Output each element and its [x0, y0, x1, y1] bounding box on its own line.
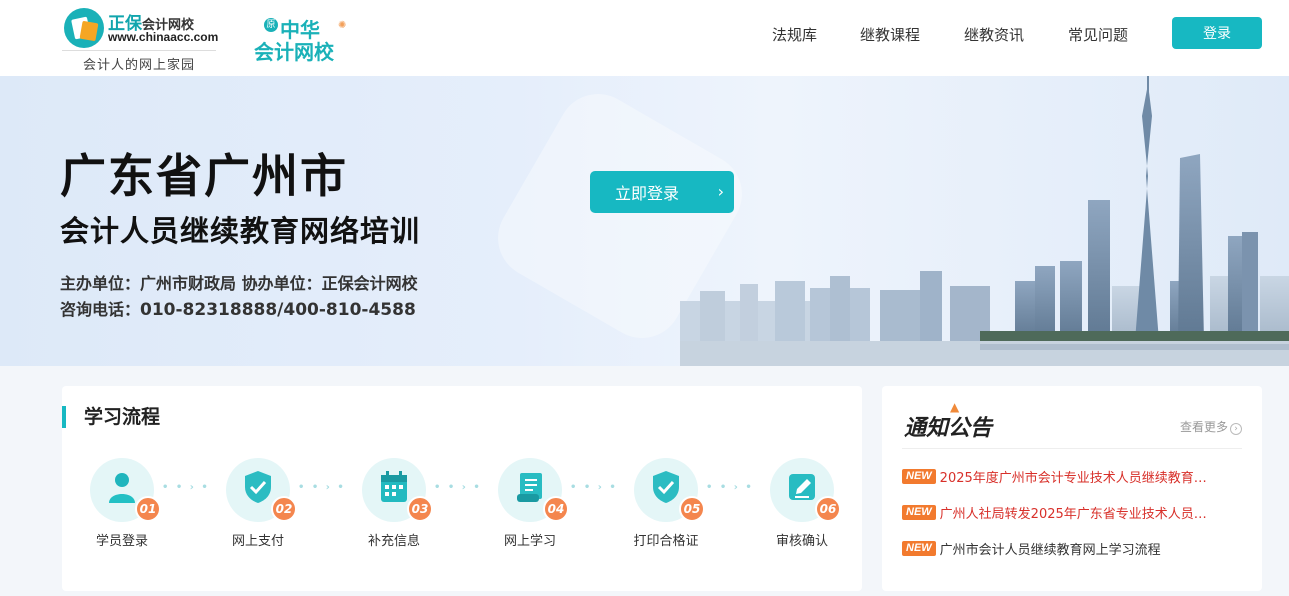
- notice-card: 通知公告 ▲ 查看更多 › NEW 2025年度广州市会计专业技术人员继续教育… NE…: [882, 386, 1262, 591]
- step-number: 03: [407, 496, 433, 522]
- banner-subtitle: 会计人员继续教育网络培训: [60, 214, 421, 248]
- nav-faq[interactable]: 常见问题: [1068, 24, 1128, 44]
- logo2-line2: 会计网校: [254, 40, 334, 64]
- shield-check-icon: [245, 471, 271, 503]
- site-header: 正保会计网校 www.chinaacc.com 会计人的网上家园 原 中华 会计…: [0, 0, 1289, 76]
- phone-number: 010-82318888/400-810-4588: [140, 300, 416, 320]
- zhonghua-logo[interactable]: 原 中华 会计网校 ✺: [254, 14, 350, 64]
- step-number: 02: [271, 496, 297, 522]
- edit-icon: [789, 474, 815, 500]
- step-label: 网上支付: [231, 534, 284, 549]
- logo-url: www.chinaacc.com: [108, 30, 219, 44]
- login-now-label: 立即登录: [614, 184, 679, 203]
- process-step-1[interactable]: 01 学员登录: [57, 456, 187, 556]
- nav-news[interactable]: 继教资讯: [964, 24, 1024, 44]
- logo-tagline: 会计人的网上家园: [62, 50, 216, 73]
- process-step-5[interactable]: 05 打印合格证: [601, 456, 731, 556]
- shield-check-icon: [653, 471, 679, 503]
- new-badge: NEW: [902, 541, 936, 556]
- notice-text: 广州人社局转发2025年广东省专业技术人员…: [939, 507, 1207, 522]
- process-step-3[interactable]: 03 补充信息: [329, 456, 459, 556]
- step-number: 06: [815, 496, 841, 522]
- phone-label: 咨询电话：: [60, 300, 141, 319]
- notice-title: 通知公告 ▲: [904, 400, 993, 441]
- new-badge: NEW: [902, 469, 936, 484]
- new-badge: NEW: [902, 505, 936, 520]
- divider: [902, 448, 1242, 449]
- process-step-6[interactable]: 06 审核确认: [737, 456, 867, 556]
- hero-banner: 广东省广州市 会计人员继续教育网络培训 主办单位：广州市财政局 协办单位：正保会…: [0, 76, 1289, 366]
- step-label: 学员登录: [95, 534, 148, 549]
- view-more-link[interactable]: 查看更多 ›: [1180, 418, 1242, 435]
- chevron-right-icon: ›: [1230, 423, 1242, 435]
- step-label: 补充信息: [367, 534, 420, 549]
- calendar-icon: [381, 471, 407, 502]
- chinaacc-logo[interactable]: 正保会计网校 www.chinaacc.com 会计人的网上家园: [62, 6, 219, 73]
- scroll-icon: [517, 473, 542, 502]
- banner-organizer: 主办单位：广州市财政局 协办单位：正保会计网校: [60, 274, 418, 293]
- city-skyline-image: [680, 76, 1289, 366]
- nav-regulations[interactable]: 法规库: [772, 24, 817, 44]
- chevron-right-icon: ›: [717, 182, 724, 201]
- step-number: 05: [679, 496, 705, 522]
- step-label: 审核确认: [775, 534, 828, 549]
- logo-book-icon: [64, 8, 104, 48]
- notice-text: 广州市会计人员继续教育网上学习流程: [939, 543, 1161, 558]
- nav-courses[interactable]: 继教课程: [860, 24, 920, 44]
- step-label: 打印合格证: [633, 534, 699, 549]
- notice-item[interactable]: NEW 广州市会计人员继续教育网上学习流程: [902, 538, 1242, 558]
- process-step-2[interactable]: 02 网上支付: [193, 456, 323, 556]
- step-number: 04: [543, 496, 569, 522]
- notice-item[interactable]: NEW 广州人社局转发2025年广东省专业技术人员…: [902, 502, 1242, 522]
- user-icon: [109, 473, 135, 503]
- notice-text: 2025年度广州市会计专业技术人员继续教育…: [939, 471, 1207, 486]
- process-step-4[interactable]: 04 网上学习: [465, 456, 595, 556]
- login-now-button[interactable]: 立即登录 ›: [590, 171, 734, 213]
- step-number: 01: [135, 496, 161, 522]
- crown-icon: ▲: [950, 400, 960, 414]
- notice-item[interactable]: NEW 2025年度广州市会计专业技术人员继续教育…: [902, 466, 1242, 486]
- banner-title: 广东省广州市: [60, 149, 348, 203]
- sparkle-icon: ✺: [338, 20, 347, 31]
- step-label: 网上学习: [503, 534, 556, 549]
- header-login-button[interactable]: 登录: [1172, 17, 1262, 49]
- process-title: 学习流程: [62, 406, 160, 428]
- logo2-seal-icon: 原: [264, 18, 278, 32]
- banner-phone: 咨询电话：010-82318888/400-810-4588: [60, 296, 416, 320]
- learning-process-card: 学习流程 01 学员登录 • • › • 02 网上支付 • • › • 03 …: [62, 386, 862, 591]
